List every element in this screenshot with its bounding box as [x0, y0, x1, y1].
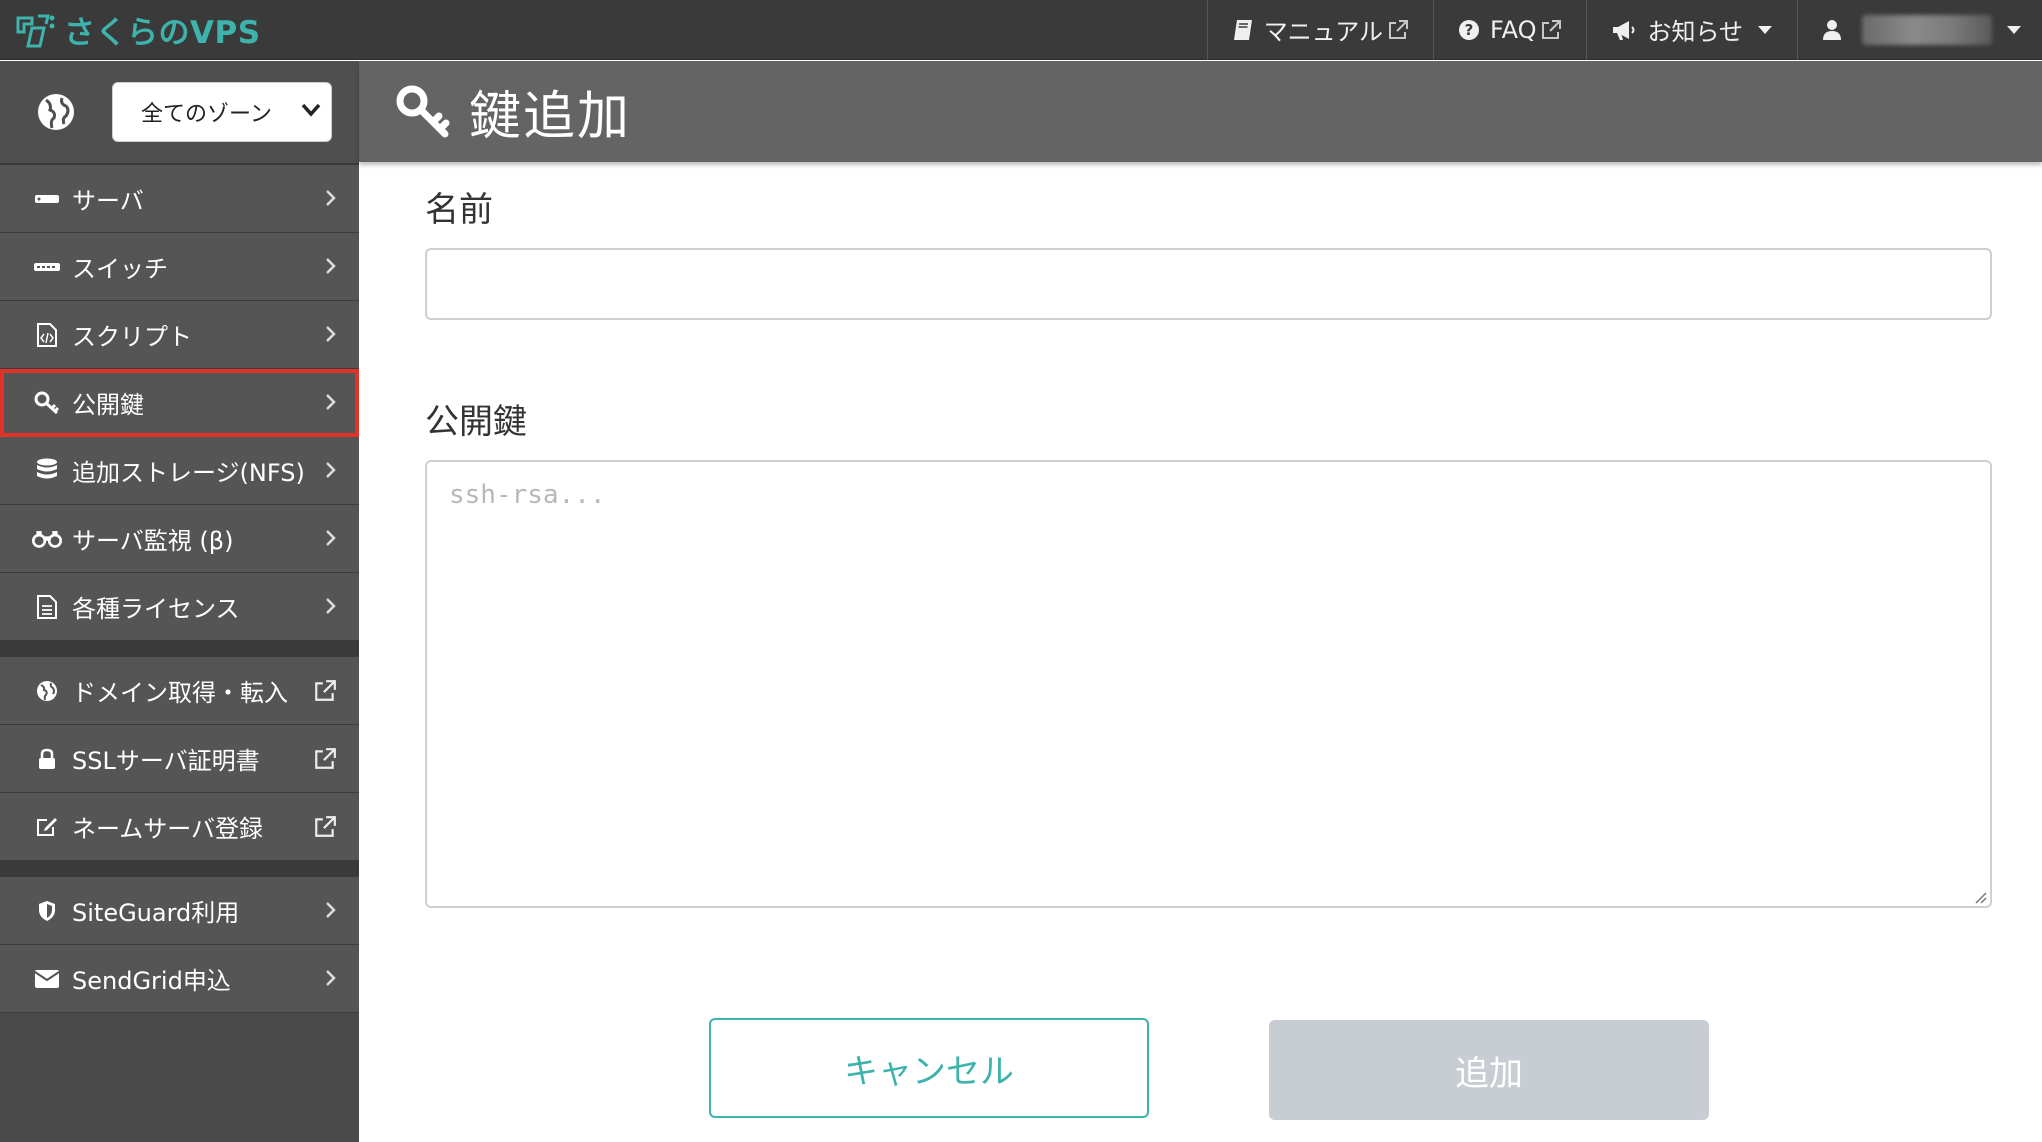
key-icon [34, 391, 60, 414]
switch-icon [34, 262, 60, 271]
database-icon [37, 458, 57, 478]
resize-grip-icon[interactable] [1973, 890, 1987, 904]
sakura-logo-icon [16, 14, 55, 47]
chevron-right-icon [326, 326, 336, 342]
caret-down-icon [1758, 25, 1772, 34]
user-name-blurred [1862, 14, 1992, 45]
page-header: 鍵追加 [359, 61, 2042, 162]
svg-text:?: ? [1465, 21, 1474, 39]
edit-icon [37, 817, 57, 836]
question-circle-icon: ? [1458, 19, 1479, 40]
caret-down-icon [2007, 25, 2021, 34]
zone-row: 全てのゾーン [0, 61, 359, 165]
brand-name: さくらのVPS [64, 15, 261, 51]
user-menu[interactable] [1797, 0, 2042, 60]
sidebar-item-script[interactable]: スクリプト [0, 301, 359, 369]
sidebar-item-nameserver[interactable]: ネームサーバ登録 [0, 793, 359, 861]
chevron-right-icon [326, 902, 336, 918]
sidebar-item-public-key[interactable]: 公開鍵 [0, 369, 359, 437]
page-title: 鍵追加 [469, 87, 632, 147]
sidebar: 全てのゾーン サーバ スイッチ スクリプト 公開鍵 追加ストレージ(NFS) サ… [0, 61, 359, 1142]
cancel-button[interactable]: キャンセル [709, 1018, 1149, 1118]
globe-icon [37, 680, 57, 701]
add-button[interactable]: 追加 [1269, 1020, 1709, 1120]
chevron-right-icon [326, 394, 336, 410]
envelope-icon [34, 969, 60, 988]
globe-icon [38, 94, 74, 130]
nav-divider [0, 861, 359, 877]
chevron-down-icon [301, 103, 321, 117]
chevron-right-icon [326, 462, 336, 478]
external-link-icon [1542, 19, 1562, 39]
lock-icon [39, 748, 55, 769]
external-link-icon [315, 816, 336, 837]
public-key-label: 公開鍵 [425, 402, 527, 442]
chevron-right-icon [326, 970, 336, 986]
chevron-right-icon [326, 530, 336, 546]
binoculars-icon [32, 530, 62, 548]
name-input[interactable] [425, 248, 1992, 320]
server-icon [35, 194, 59, 203]
sidebar-item-ssl-certificate[interactable]: SSLサーバ証明書 [0, 725, 359, 793]
faq-link[interactable]: ? FAQ [1432, 0, 1587, 60]
sidebar-item-switch[interactable]: スイッチ [0, 233, 359, 301]
zone-select[interactable]: 全てのゾーン [112, 82, 332, 142]
nav-group-external: ドメイン取得・転入 SSLサーバ証明書 ネームサーバ登録 [0, 657, 359, 861]
top-nav: マニュアル ? FAQ お知らせ [1206, 0, 2042, 60]
nav-group-services: SiteGuard利用 SendGrid申込 [0, 877, 359, 1013]
public-key-textarea[interactable] [425, 460, 1992, 908]
sidebar-item-server[interactable]: サーバ [0, 165, 359, 233]
manual-link[interactable]: マニュアル [1206, 0, 1433, 60]
sidebar-item-sendgrid[interactable]: SendGrid申込 [0, 945, 359, 1013]
key-icon [396, 85, 450, 137]
news-dropdown[interactable]: お知らせ [1586, 0, 1797, 60]
nav-divider [0, 641, 359, 657]
user-icon [1823, 19, 1841, 40]
megaphone-icon [1613, 20, 1635, 40]
script-icon [37, 322, 57, 347]
brand-logo[interactable]: さくらのVPS [0, 0, 261, 60]
chevron-right-icon [326, 598, 336, 614]
chevron-right-icon [326, 258, 336, 274]
external-link-icon [315, 748, 336, 769]
shield-icon [39, 900, 55, 921]
book-icon [1233, 19, 1252, 40]
key-form: 名前 公開鍵 キャンセル 追加 [359, 162, 2042, 1142]
sidebar-item-server-monitoring[interactable]: サーバ監視 (β) [0, 505, 359, 573]
name-label: 名前 [425, 190, 493, 230]
chevron-right-icon [326, 190, 336, 206]
top-bar: さくらのVPS マニュアル ? FAQ お知らせ [0, 0, 2042, 60]
sidebar-item-nfs-storage[interactable]: 追加ストレージ(NFS) [0, 437, 359, 505]
external-link-icon [315, 680, 336, 701]
sidebar-item-domain[interactable]: ドメイン取得・転入 [0, 657, 359, 725]
external-link-icon [1388, 19, 1408, 39]
document-icon [37, 594, 57, 619]
sidebar-item-siteguard[interactable]: SiteGuard利用 [0, 877, 359, 945]
sidebar-item-licenses[interactable]: 各種ライセンス [0, 573, 359, 641]
nav-group-main: サーバ スイッチ スクリプト 公開鍵 追加ストレージ(NFS) サーバ監視 (β… [0, 165, 359, 641]
